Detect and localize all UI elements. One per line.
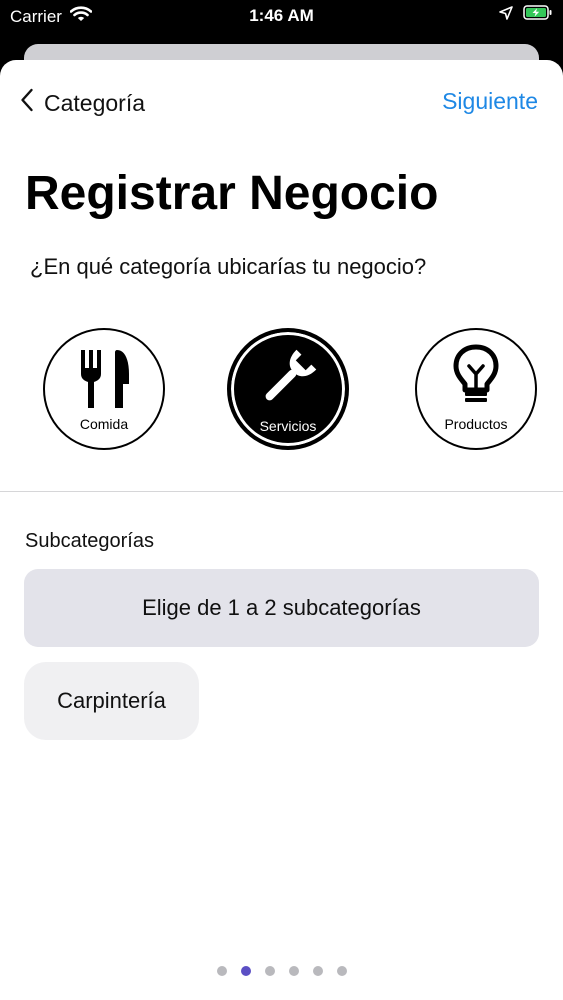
lightbulb-icon <box>453 344 499 402</box>
page-dot[interactable] <box>312 966 323 976</box>
page-dot[interactable] <box>336 966 347 976</box>
category-question: ¿En qué categoría ubicarías tu negocio? <box>30 254 427 279</box>
subcategories-hint: Elige de 1 a 2 subcategorías <box>24 569 539 647</box>
category-label: Productos <box>444 416 508 432</box>
category-label: Servicios <box>259 418 317 434</box>
fork-knife-icon <box>81 350 129 408</box>
page-dot[interactable] <box>264 966 275 976</box>
page-dot[interactable] <box>288 966 299 976</box>
back-button[interactable]: Categoría <box>20 88 145 118</box>
next-button[interactable]: Siguiente <box>442 88 538 115</box>
page-title: Registrar Negocio <box>25 167 439 220</box>
chevron-left-icon <box>20 88 34 118</box>
status-right <box>499 5 553 25</box>
modal-sheet: Categoría Siguiente Registrar Negocio ¿E… <box>0 60 563 1000</box>
page-dot-active[interactable] <box>240 966 251 976</box>
subcategories-heading: Subcategorías <box>25 530 154 552</box>
status-bar: Carrier 1:46 AM <box>0 0 563 32</box>
category-label: Comida <box>79 416 129 432</box>
wrench-icon <box>265 349 317 401</box>
back-button-label: Categoría <box>44 89 146 116</box>
section-divider <box>0 491 563 492</box>
status-time: 1:46 AM <box>249 6 314 25</box>
category-products[interactable]: Productos <box>415 328 537 450</box>
subcategory-chip[interactable]: Carpintería <box>24 662 199 740</box>
battery-icon <box>523 5 553 25</box>
page-indicator <box>0 966 563 976</box>
category-food[interactable]: Comida <box>43 328 165 450</box>
page-dot[interactable] <box>216 966 227 976</box>
location-arrow-icon <box>499 5 513 25</box>
category-services[interactable]: Servicios <box>227 328 349 450</box>
